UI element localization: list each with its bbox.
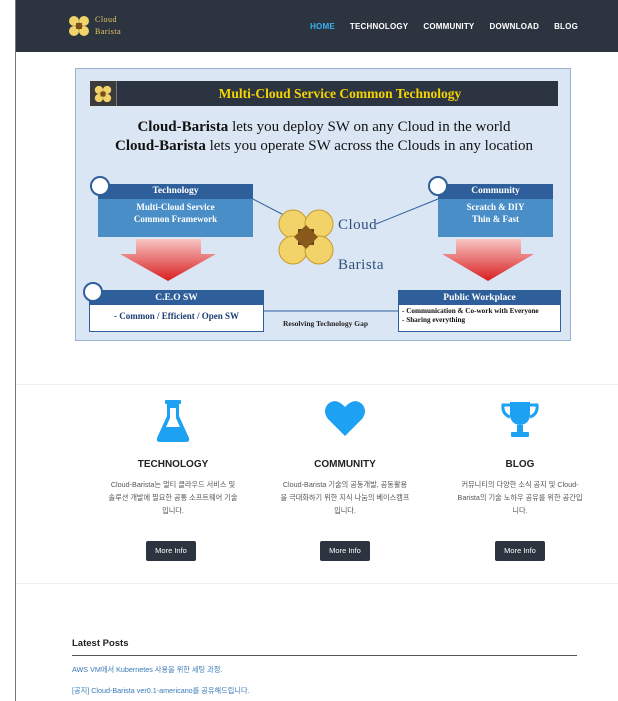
public-workplace-line1: - Communication & Co-work with Everyone [402,307,539,315]
hero-banner: Multi-Cloud Service Common Technology Cl… [75,68,571,341]
resolving-gap-label: Resolving Technology Gap [283,319,369,328]
clover-logo-icon [69,16,89,36]
feature-technology-title: TECHNOLOGY [137,459,209,470]
post-link[interactable]: [공지] Cloud-Barista ver0.1-americano를 공유해… [72,686,250,696]
feature-community-desc: Cloud-Barista 기술의 공동개발, 공동활용을 극대화하기 위한 지… [280,480,410,515]
main-nav: HOME TECHNOLOGY COMMUNITY DOWNLOAD BLOG [310,22,578,31]
public-workplace-card-title: Public Workplace [399,291,560,305]
ceo-sw-card: C.E.O SW - Common / Efficient / Open SW [89,290,264,332]
technology-card: Technology Multi-Cloud Service Common Fr… [98,184,253,237]
technology-card-body: Multi-Cloud Service Common Framework [98,201,253,225]
community-more-info-button[interactable]: More Info [320,541,370,561]
feature-technology-desc: Cloud-Barista는 멀티 클라우드 서비스 및 솔루션 개발에 필요한… [108,480,238,515]
flask-icon [108,400,238,444]
nav-community[interactable]: COMMUNITY [423,22,474,31]
section-divider [16,384,618,385]
heart-icon [280,400,410,444]
public-workplace-card: Public Workplace - Communication & Co-wo… [398,290,561,332]
ceo-sw-card-title: C.E.O SW [90,291,263,305]
technology-ring [90,176,110,196]
brand-name-line2: Barista [95,27,122,36]
nav-home[interactable]: HOME [310,22,335,31]
brand-logo[interactable]: Cloud Barista [68,14,121,38]
public-workplace-card-body: - Communication & Co-work with Everyone … [399,307,560,325]
community-ring [428,176,448,196]
feature-blog-title: BLOG [505,459,535,470]
community-card: Community Scratch & DIY Thin & Fast [438,184,553,237]
feature-technology: TECHNOLOGY Cloud-Barista는 멀티 클라우드 서비스 및 … [108,400,238,517]
technology-card-line2: Common Framework [133,214,218,224]
nav-download[interactable]: DOWNLOAD [489,22,539,31]
section-divider [16,583,618,584]
feature-community-title: COMMUNITY [314,459,376,470]
community-card-line2: Thin & Fast [471,214,519,224]
latest-posts-rule [72,655,577,656]
blog-more-info-button[interactable]: More Info [495,541,545,561]
brand-name: Cloud Barista [95,14,121,38]
technology-card-line1: Multi-Cloud Service [136,202,215,212]
feature-blog-desc: 커뮤니티의 다양한 소식 공지 및 Cloud-Barista의 기술 노하우 … [457,480,583,515]
public-workplace-line2: - Sharing everything [402,316,466,324]
community-card-body: Scratch & DIY Thin & Fast [438,201,553,225]
top-navbar: Cloud Barista HOME TECHNOLOGY COMMUNITY … [16,0,618,52]
nav-blog[interactable]: BLOG [554,22,578,31]
ceo-ring [83,282,103,302]
brand-name-line1: Cloud [95,15,118,24]
nav-technology[interactable]: TECHNOLOGY [350,22,408,31]
post-link[interactable]: AWS VM에서 Kubernetes 사용을 위한 세팅 과정. [72,665,222,675]
latest-posts-title: Latest Posts [72,638,129,649]
trophy-icon [455,400,585,444]
technology-card-title: Technology [98,184,253,199]
feature-blog: BLOG 커뮤니티의 다양한 소식 공지 및 Cloud-Barista의 기술… [455,400,585,517]
technology-more-info-button[interactable]: More Info [146,541,196,561]
feature-community: COMMUNITY Cloud-Barista 기술의 공동개발, 공동활용을 … [280,400,410,517]
cloud-barista-clover-icon [278,209,334,265]
logo-word-barista: Barista [338,257,384,273]
community-card-title: Community [438,184,553,199]
community-card-line1: Scratch & DIY [466,202,525,212]
logo-word-cloud: Cloud [338,217,378,233]
page-left-border [15,0,16,701]
ceo-sw-card-body: - Common / Efficient / Open SW [114,311,239,321]
